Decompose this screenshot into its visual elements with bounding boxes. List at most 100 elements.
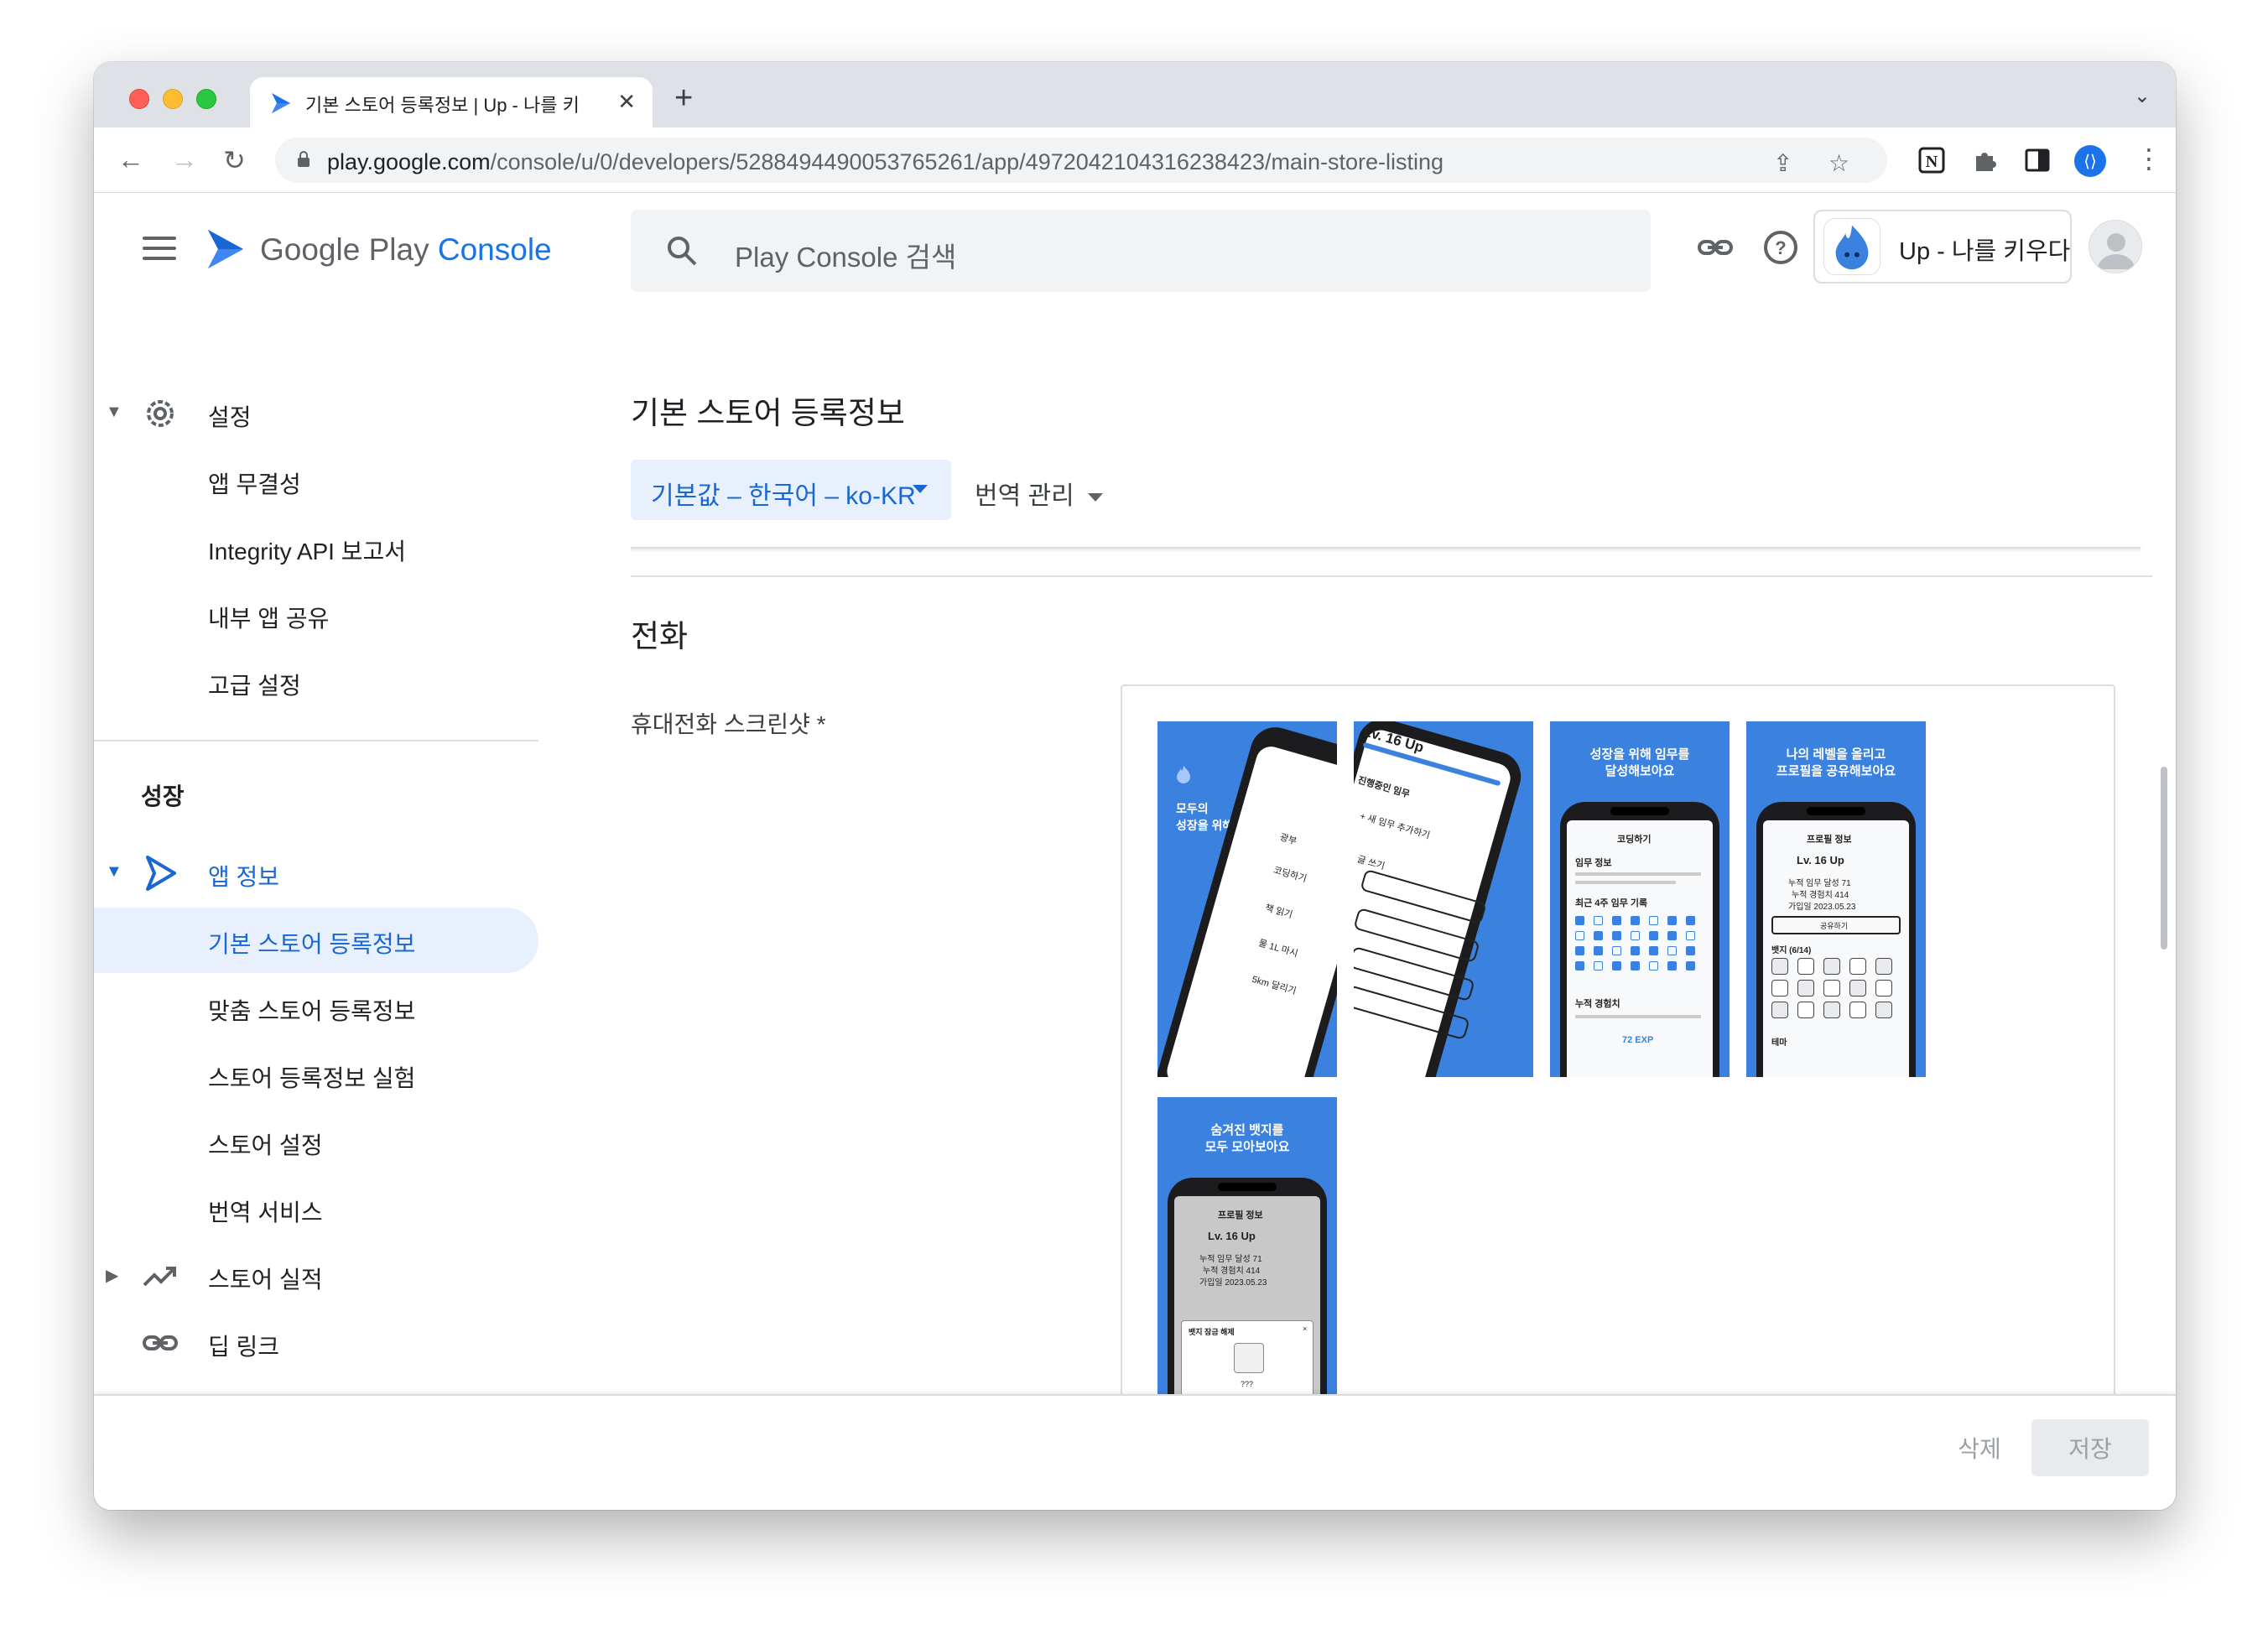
maximize-window-button[interactable] xyxy=(196,89,216,109)
close-tab-icon[interactable]: ✕ xyxy=(617,89,636,115)
caret-right-icon[interactable]: ▶ xyxy=(106,1265,118,1286)
badge-cell xyxy=(1875,1002,1892,1018)
grid-cell xyxy=(1649,916,1658,925)
grid-cell xyxy=(1667,961,1677,971)
play-outline-icon xyxy=(146,856,176,891)
sidebar-item-app-info[interactable]: ▼ 앱 정보 xyxy=(94,840,538,906)
sidebar-item-listing-experiments[interactable]: 스토어 등록정보 실험 xyxy=(94,1042,538,1107)
badge-cell xyxy=(1823,958,1840,975)
badge-cell xyxy=(1771,980,1788,997)
grid-cell xyxy=(1631,931,1640,940)
bookmark-star-icon[interactable]: ☆ xyxy=(1828,149,1849,177)
grid-cell xyxy=(1575,916,1584,925)
action-footer xyxy=(94,1394,2176,1510)
phone-mockup: 프로필 정보 Lv. 16 Up 누적 임무 달성 71 누적 경험치 414 … xyxy=(1756,802,1916,1077)
caret-down-icon[interactable]: ▼ xyxy=(106,862,122,882)
screenshot-thumbnail[interactable]: 모두의 성장을 위해, UP 광부 코딩하기 책 읽기 물 1L 마시 5km … xyxy=(1157,721,1337,1077)
browser-tab[interactable]: 기본 스토어 등록정보 | Up - 나를 키 ✕ xyxy=(250,77,653,127)
avatar-person-icon xyxy=(2098,233,2135,269)
sidebar-nav: ▼ 설정 앱 무결성 Integrity API 보고서 내부 앱 공유 고급 … xyxy=(94,312,564,1394)
grid-cell xyxy=(1612,946,1621,955)
badge-cell xyxy=(1849,1002,1866,1018)
badge-cell xyxy=(1797,1002,1814,1018)
svg-text:⟨⟩: ⟨⟩ xyxy=(2083,151,2097,171)
grid-cell xyxy=(1612,931,1621,940)
caret-down-icon[interactable]: ▼ xyxy=(106,403,122,422)
side-panel-icon[interactable] xyxy=(2023,146,2052,174)
play-console-favicon-icon xyxy=(272,93,290,113)
sidebar-item-integrity-api[interactable]: Integrity API 보고서 xyxy=(94,515,538,580)
app-selector-chip[interactable]: Up - 나를 키우다 xyxy=(1813,210,2072,284)
screenshot-thumbnail[interactable]: 나의 레벨을 올리고 프로필을 공유해보아요 프로필 정보 Lv. 16 Up … xyxy=(1746,721,1926,1077)
grid-cell xyxy=(1631,961,1640,971)
grid-cell xyxy=(1667,916,1677,925)
close-icon: × xyxy=(1303,1324,1308,1333)
sidebar-item-main-store-listing[interactable]: 기본 스토어 등록정보 xyxy=(94,908,538,973)
screenshot-caption: 성장을 위해 임무를 달성해보아요 xyxy=(1589,747,1690,778)
grid-cell xyxy=(1594,916,1603,925)
grid-cell xyxy=(1686,916,1695,925)
badge-cell xyxy=(1823,1002,1840,1018)
dropdown-arrow-icon xyxy=(1087,493,1103,502)
main-scrollbar[interactable] xyxy=(2161,767,2167,950)
badge-cell xyxy=(1771,1002,1788,1018)
manage-translations-dropdown[interactable]: 번역 관리 xyxy=(975,475,1103,512)
screenshot-thumbnail[interactable]: 성장을 위해 임무를 달성해보아요 코딩하기 임무 정보 최근 4주 임무 기록… xyxy=(1550,721,1730,1077)
screenshot-thumbnail[interactable]: Lv. 16 Up 진행중인 임무 + 새 임무 추가하기 글 쓰기 xyxy=(1354,721,1533,1077)
menu-hamburger-icon[interactable] xyxy=(143,237,176,260)
badge-cell xyxy=(1797,958,1814,975)
badge-cell xyxy=(1875,980,1892,997)
badge-cell xyxy=(1771,958,1788,975)
sidebar-item-translation-service[interactable]: 번역 서비스 xyxy=(94,1176,538,1241)
sidebar-item-custom-listing[interactable]: 맞춤 스토어 등록정보 xyxy=(94,975,538,1040)
share-icon[interactable]: ⇪ xyxy=(1773,149,1792,177)
delete-button[interactable]: 삭제 xyxy=(1938,1419,2021,1476)
save-button[interactable]: 저장 xyxy=(2031,1419,2149,1476)
sidebar-item-internal-share[interactable]: 내부 앱 공유 xyxy=(94,582,538,648)
grid-cell xyxy=(1594,961,1603,971)
link-icon[interactable] xyxy=(1694,226,1736,268)
help-icon[interactable]: ? xyxy=(1760,226,1802,268)
sidebar-item-deep-links[interactable]: 딥 링크 xyxy=(94,1310,538,1376)
back-icon[interactable]: ← xyxy=(117,144,144,175)
grid-cell xyxy=(1686,946,1695,955)
url-text: play.google.com/console/u/0/developers/5… xyxy=(327,149,1444,174)
grid-cell xyxy=(1575,946,1584,955)
forward-icon[interactable]: → xyxy=(171,144,198,175)
screenshots-container[interactable]: 모두의 성장을 위해, UP 광부 코딩하기 책 읽기 물 1L 마시 5km … xyxy=(1121,684,2115,1394)
grid-cell xyxy=(1594,946,1603,955)
address-bar[interactable]: play.google.com/console/u/0/developers/5… xyxy=(275,138,1887,183)
sidebar-section-growth: 성장 xyxy=(141,783,185,809)
sidebar-item-settings[interactable]: ▼ 설정 xyxy=(94,381,538,446)
grid-cell xyxy=(1649,961,1658,971)
main-content: 기본 스토어 등록정보 기본값 – 한국어 – ko-KR 번역 관리 전화 휴… xyxy=(631,312,2176,1394)
tab-title: 기본 스토어 등록정보 | Up - 나를 키 xyxy=(305,95,580,116)
mission-record-grid xyxy=(1575,916,1709,983)
tabs-divider xyxy=(631,547,2141,549)
screenshot-thumbnail[interactable]: 숨겨진 뱃지를 모두 모아보아요 프로필 정보 Lv. 16 Up 누적 임무 … xyxy=(1157,1097,1337,1394)
sidebar-item-app-integrity[interactable]: 앱 무결성 xyxy=(94,448,538,513)
search-icon xyxy=(668,237,697,266)
tab-search-chevron-icon[interactable]: ⌄ xyxy=(2134,84,2151,108)
profile-extension-icon[interactable]: ⟨⟩ xyxy=(2073,144,2107,178)
sidebar-item-store-settings[interactable]: 스토어 설정 xyxy=(94,1109,538,1174)
reload-icon[interactable]: ↻ xyxy=(223,144,246,176)
badge-grid xyxy=(1771,958,1906,1025)
section-title-phone: 전화 xyxy=(631,619,689,653)
browser-menu-icon[interactable]: ⋮ xyxy=(2135,143,2162,174)
minimize-window-button[interactable] xyxy=(163,89,183,109)
language-dropdown[interactable]: 기본값 – 한국어 – ko-KR xyxy=(631,460,951,520)
account-avatar[interactable] xyxy=(2089,220,2142,273)
console-search-input[interactable]: Play Console 검색 xyxy=(631,210,1651,292)
close-window-button[interactable] xyxy=(129,89,149,109)
new-tab-button[interactable]: + xyxy=(674,81,693,117)
link-icon xyxy=(143,1335,178,1350)
sidebar-item-store-performance[interactable]: ▶ 스토어 실적 xyxy=(94,1243,538,1309)
lock-icon xyxy=(298,151,310,167)
extensions-puzzle-icon[interactable] xyxy=(1971,146,2000,174)
notion-extension-icon[interactable]: N xyxy=(1917,146,1946,174)
page-title: 기본 스토어 등록정보 xyxy=(631,396,905,430)
play-console-logo-icon xyxy=(208,230,243,268)
sidebar-item-advanced[interactable]: 고급 설정 xyxy=(94,649,538,715)
sidebar-divider xyxy=(94,740,538,742)
